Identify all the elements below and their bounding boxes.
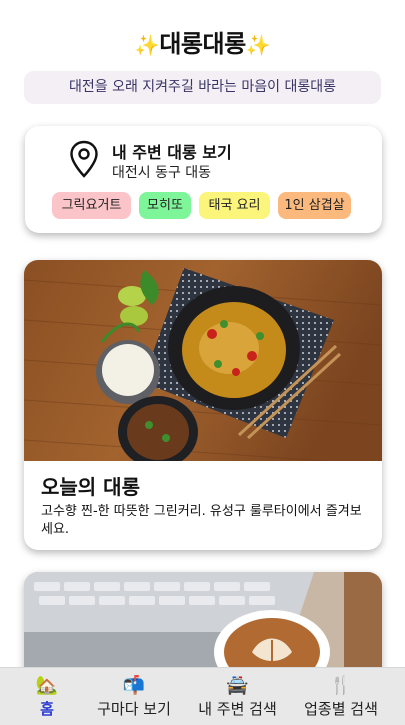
curry-photo — [24, 260, 382, 461]
chip-mojito[interactable]: 모히또 — [139, 192, 191, 219]
location-pin-icon — [70, 140, 98, 178]
todays-pick-card[interactable]: 오늘의 대롱 고수향 찐-한 따뜻한 그린커리. 유성구 룰루타이에서 즐겨보세… — [24, 260, 382, 550]
mailbox-icon: 📬 — [122, 675, 146, 696]
nav-nearby-search[interactable]: 🚔 내 주변 검색 — [190, 674, 285, 724]
house-icon: 🏡 — [35, 675, 59, 696]
nav-home-label: 홈 — [40, 700, 54, 718]
nav-category-search-label: 업종별 검색 — [304, 700, 378, 718]
app-title-text: 대롱대롱 — [159, 30, 246, 58]
current-location-text: 대전시 동구 대동 — [112, 165, 212, 181]
nav-by-district[interactable]: 📬 구마다 보기 — [89, 674, 179, 724]
fork-knife-icon: 🍴 — [329, 675, 353, 696]
nav-home[interactable]: 🏡 홈 — [27, 674, 67, 724]
todays-pick-title: 오늘의 대롱 — [41, 475, 140, 499]
bottom-navigation: 🏡 홈 📬 구마다 보기 🚔 내 주변 검색 🍴 업종별 검색 — [0, 667, 405, 725]
chip-thai-food[interactable]: 태국 요리 — [199, 192, 270, 219]
sparkle-icon-left: ✨ — [134, 33, 160, 57]
police-car-icon: 🚔 — [226, 675, 249, 696]
todays-pick-description: 고수향 찐-한 따뜻한 그린커리. 유성구 룰루타이에서 즐겨보세요. — [41, 504, 362, 537]
tagline-banner: 대전을 오래 지켜주길 바라는 마음이 대롱대롱 — [24, 71, 381, 104]
nav-category-search[interactable]: 🍴 업종별 검색 — [296, 674, 386, 724]
sparkle-icon-right: ✨ — [245, 33, 271, 57]
nearby-title: 내 주변 대롱 보기 — [112, 143, 232, 162]
nearby-location-card[interactable]: 내 주변 대롱 보기 대전시 동구 대동 그릭요거트 모히또 태국 요리 1인 … — [25, 126, 382, 233]
chip-greek-yogurt[interactable]: 그릭요거트 — [52, 192, 131, 219]
nav-by-district-label: 구마다 보기 — [97, 700, 171, 718]
nav-nearby-search-label: 내 주변 검색 — [198, 700, 277, 718]
app-title: ✨대롱대롱✨ — [0, 24, 405, 59]
chip-solo-samgyeopsal[interactable]: 1인 삼겹살 — [278, 192, 351, 219]
